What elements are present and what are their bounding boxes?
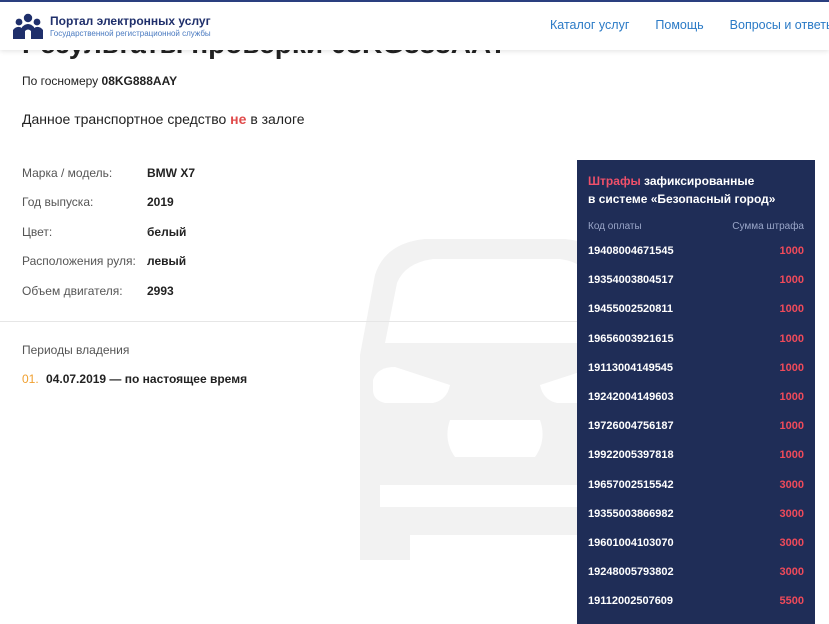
ownership-item: 01. 04.07.2019 — по настоящее время xyxy=(22,372,247,386)
fine-row: 19113004149545 1000 xyxy=(588,361,804,390)
fine-sum: 1000 xyxy=(779,420,804,433)
nav-help-link[interactable]: Помощь xyxy=(655,18,703,32)
ownership-period: 04.07.2019 — по настоящее время xyxy=(46,372,248,386)
fine-code: 19113004149545 xyxy=(588,361,674,374)
fine-sum: 3000 xyxy=(779,536,804,549)
fines-table-header: Код оплаты Сумма штрафа xyxy=(588,221,804,232)
fine-row: 19248005793802 3000 xyxy=(588,565,804,594)
fine-row: 19354003804517 1000 xyxy=(588,273,804,302)
fines-title-line2: в системе «Безопасный город» xyxy=(588,192,776,206)
fine-code: 19726004756187 xyxy=(588,420,674,433)
fines-col-code: Код оплаты xyxy=(588,221,642,232)
pledge-status: Данное транспортное средство не в залоге xyxy=(22,111,305,127)
fine-row: 19112002507609 5500 xyxy=(588,594,804,623)
fine-code: 19112002507609 xyxy=(588,595,674,608)
main-nav: Каталог услуг Помощь Вопросы и ответы xyxy=(550,18,829,32)
fine-sum: 1000 xyxy=(779,274,804,287)
fine-sum: 1000 xyxy=(779,390,804,403)
fine-code: 19455002520811 xyxy=(588,303,674,316)
fine-sum: 3000 xyxy=(779,507,804,520)
ownership-title: Периоды владения xyxy=(22,343,130,357)
fine-sum: 5500 xyxy=(779,595,804,608)
fines-title-line1: зафиксированные xyxy=(644,174,755,188)
fines-panel: Штрафы зафиксированные в системе «Безопа… xyxy=(577,160,815,624)
gosnomer-label: По госномеру xyxy=(22,74,99,88)
fine-sum: 1000 xyxy=(779,332,804,345)
fines-col-sum: Сумма штрафа xyxy=(732,221,804,232)
fines-list: 19408004671545 1000 19354003804517 1000 19… xyxy=(588,244,804,623)
fine-row: 19601004103070 3000 xyxy=(588,536,804,565)
spec-label: Цвет: xyxy=(22,224,53,239)
spec-value: белый xyxy=(147,224,187,239)
page: Портал электронных услуг Государственной… xyxy=(0,0,829,624)
fines-title: Штрафы зафиксированные в системе «Безопа… xyxy=(588,172,775,208)
fine-row: 19242004149603 1000 xyxy=(588,390,804,419)
spec-label: Год выпуска: xyxy=(22,195,94,210)
fine-row: 19657002515542 3000 xyxy=(588,478,804,507)
nav-catalog-link[interactable]: Каталог услуг xyxy=(550,18,629,32)
fine-code: 19601004103070 xyxy=(588,536,674,549)
pledge-text-before: Данное транспортное средство xyxy=(22,111,227,127)
fines-title-highlight: Штрафы xyxy=(588,174,641,188)
gosnomer-value: 08KG888AAY xyxy=(101,74,178,88)
fine-sum: 3000 xyxy=(779,478,804,491)
spec-value: 2993 xyxy=(147,283,174,298)
fine-code: 19242004149603 xyxy=(588,390,674,403)
fine-row: 19726004756187 1000 xyxy=(588,419,804,448)
logo-subtitle: Государственной регистрационной службы xyxy=(50,28,211,38)
pledge-text-after: в залоге xyxy=(250,111,305,127)
ownership-number: 01. xyxy=(22,372,39,386)
fine-code: 19248005793802 xyxy=(588,566,674,579)
fine-row: 19656003921615 1000 xyxy=(588,332,804,361)
fine-sum: 1000 xyxy=(779,361,804,374)
gosnomer-line: По госномеру 08KG888AAY xyxy=(22,74,177,88)
pledge-negation: не xyxy=(230,111,247,127)
spec-label: Объем двигателя: xyxy=(22,283,123,298)
spec-value: 2019 xyxy=(147,195,174,210)
fine-code: 19656003921615 xyxy=(588,332,674,345)
fine-row: 19408004671545 1000 xyxy=(588,244,804,273)
nav-faq-link[interactable]: Вопросы и ответы xyxy=(730,18,829,32)
fine-code: 19408004671545 xyxy=(588,245,674,257)
spec-value: левый xyxy=(147,254,187,269)
section-divider xyxy=(0,321,577,322)
spec-label: Марка / модель: xyxy=(22,166,113,180)
fine-row: 19355003866982 3000 xyxy=(588,507,804,536)
fine-code: 19355003866982 xyxy=(588,507,674,520)
spec-value: BMW X7 xyxy=(147,166,195,180)
fine-sum: 1000 xyxy=(779,245,804,257)
fine-code: 19657002515542 xyxy=(588,478,674,491)
logo-title: Портал электронных услуг xyxy=(50,13,211,28)
fine-sum: 3000 xyxy=(779,566,804,579)
fine-sum: 1000 xyxy=(779,449,804,462)
fine-code: 19354003804517 xyxy=(588,274,674,287)
portal-logo[interactable]: Портал электронных услуг Государственной… xyxy=(11,12,211,40)
fine-row: 19922005397818 1000 xyxy=(588,448,804,477)
fine-row: 19455002520811 1000 xyxy=(588,302,804,331)
spec-label: Расположения руля: xyxy=(22,254,136,269)
fine-sum: 1000 xyxy=(779,303,804,316)
people-logo-icon xyxy=(13,13,43,39)
fine-code: 19922005397818 xyxy=(588,449,674,462)
top-bar: Портал электронных услуг Государственной… xyxy=(0,0,829,50)
